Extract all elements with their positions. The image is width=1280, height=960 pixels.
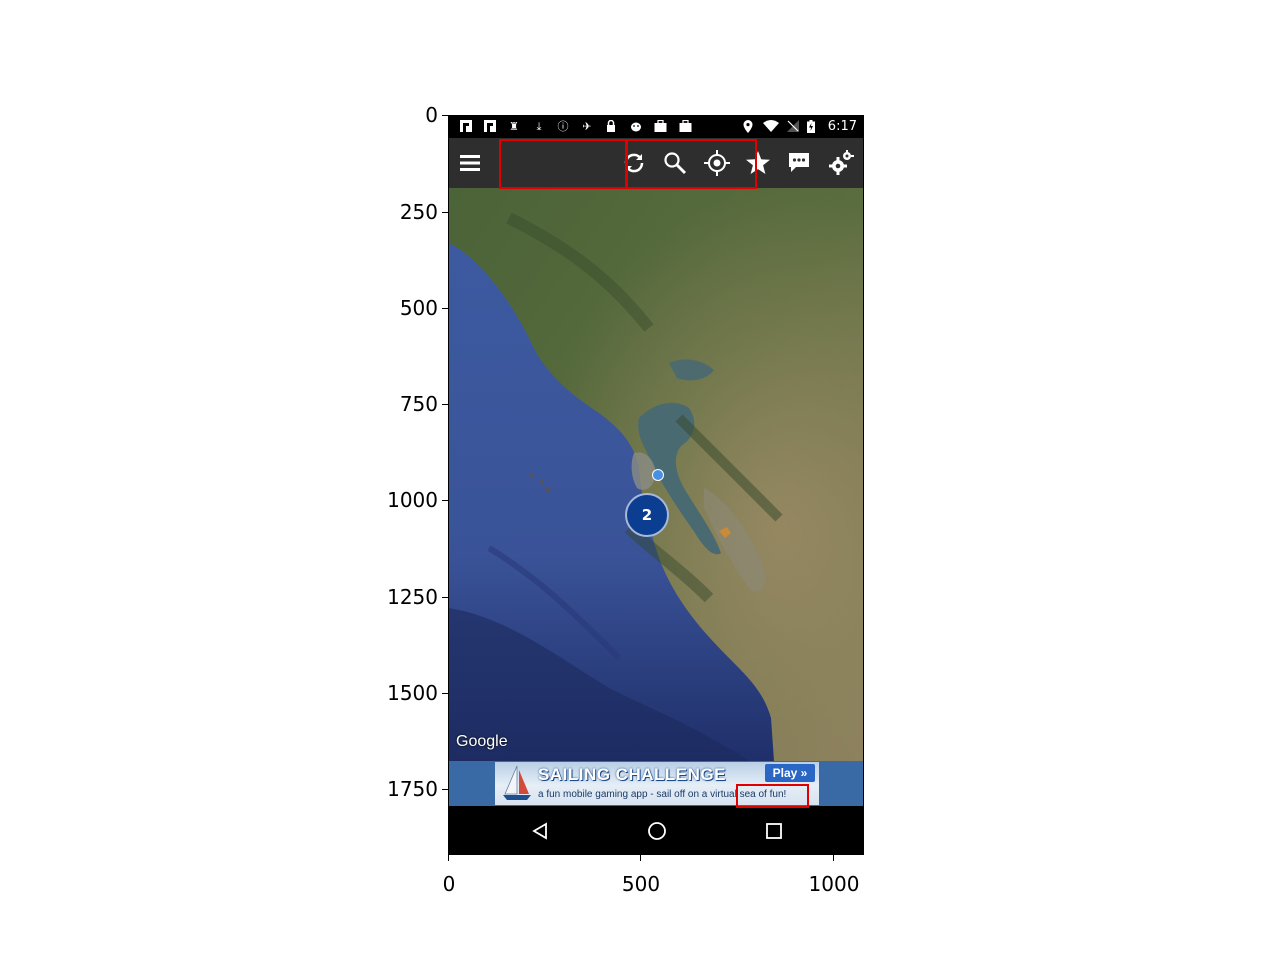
highlight-box: [626, 139, 757, 189]
x-tick: [640, 855, 641, 861]
battery-charging-icon: [806, 120, 816, 133]
y-tick-label: 250: [399, 200, 438, 224]
download-icon: ⤓: [536, 120, 542, 133]
android-icon: [629, 120, 643, 133]
recents-button[interactable]: [759, 816, 789, 846]
y-tick-label: 1500: [387, 681, 438, 705]
highlight-box: [499, 139, 627, 189]
satellite-icon: ✈: [582, 120, 592, 133]
highlight-box: [736, 784, 809, 808]
back-icon: [532, 822, 547, 840]
recents-icon: [766, 823, 782, 839]
ad-play-button[interactable]: Play »: [765, 764, 815, 782]
bag-icon: [653, 119, 667, 133]
x-tick: [833, 855, 834, 861]
y-tick-label: 0: [425, 103, 438, 127]
settings-icon: [829, 150, 854, 175]
ad-title: SAILING CHALLENGE: [538, 765, 726, 784]
lock-icon: [604, 119, 618, 133]
flipboard-icon: [483, 120, 497, 133]
navigation-bar: [449, 806, 863, 854]
y-tick-label: 750: [399, 392, 438, 416]
y-tick-label: 500: [399, 296, 438, 320]
current-location-marker[interactable]: [652, 469, 664, 481]
marker-cluster[interactable]: 2: [625, 493, 669, 537]
settings-button[interactable]: [822, 144, 860, 182]
satellite-map[interactable]: 2 Google: [449, 188, 863, 761]
flipboard-icon: [459, 120, 473, 133]
chat-button[interactable]: [780, 144, 818, 182]
info-icon: ⓘ: [557, 120, 569, 133]
x-tick-label: 0: [442, 872, 456, 896]
y-tick-label: 1000: [387, 488, 438, 512]
back-button[interactable]: [525, 816, 555, 846]
chat-icon: [789, 153, 809, 172]
x-tick: [448, 855, 449, 861]
bag-icon: [678, 119, 692, 133]
phone-screen: ♜ ⤓ ⓘ ✈ 6:17 2 Google SAILING CHALLENGE …: [448, 115, 864, 855]
sailboat-icon: [503, 765, 531, 800]
status-bar: ♜ ⤓ ⓘ ✈ 6:17: [449, 116, 863, 138]
menu-button[interactable]: [451, 144, 489, 182]
y-tick-label: 1250: [387, 585, 438, 609]
location-icon: [741, 120, 755, 133]
y-tick-label: 1750: [387, 777, 438, 801]
wifi-icon: [762, 120, 780, 133]
menu-icon: [460, 155, 480, 171]
x-tick-label: 1000: [808, 872, 860, 896]
x-tick-label: 500: [621, 872, 661, 896]
no-signal-icon: [786, 120, 800, 133]
home-button[interactable]: [642, 816, 672, 846]
google-attribution: Google: [456, 733, 508, 750]
home-icon: [648, 822, 666, 840]
status-time: 6:17: [827, 119, 857, 134]
chess-icon: ♜: [509, 120, 519, 133]
